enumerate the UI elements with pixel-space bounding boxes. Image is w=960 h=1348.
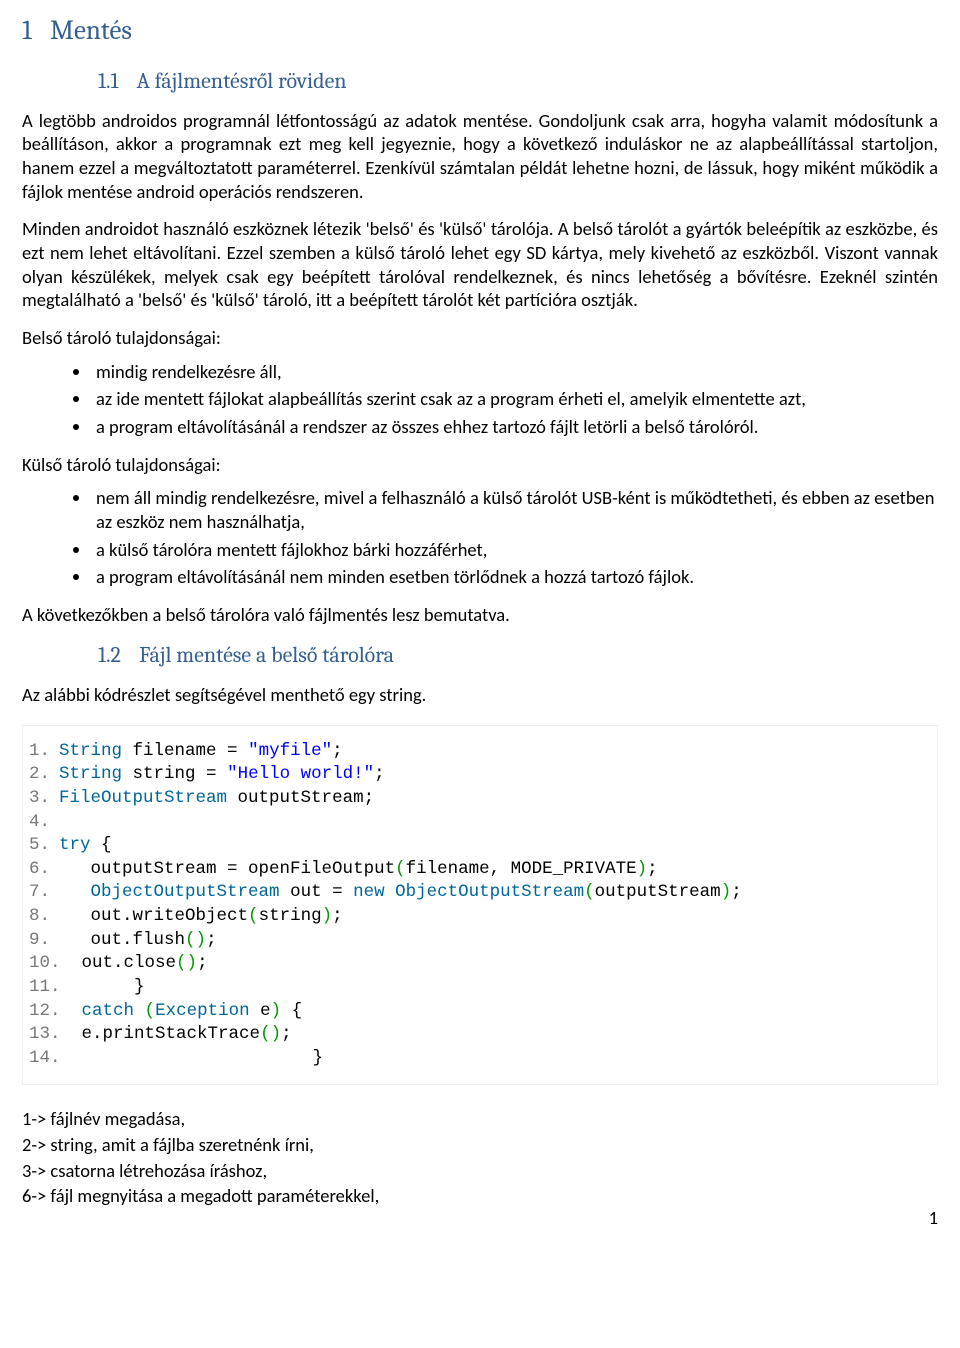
legend-item: 1-> fájlnév megadása, [22, 1107, 938, 1131]
bullet-list: nem áll mindig rendelkezésre, mivel a fe… [22, 486, 938, 589]
heading-1: 1 Mentés [22, 14, 938, 49]
code-line: 1.String filename = "myfile"; [29, 741, 343, 761]
list-item: nem áll mindig rendelkezésre, mivel a fe… [92, 486, 938, 533]
code-line: 10. out.close(); [29, 953, 208, 973]
page-number: 1 [929, 1206, 938, 1230]
code-line: 14. } [29, 1048, 323, 1068]
code-line: 11. } [29, 977, 145, 997]
code-line: 5.try { [29, 835, 112, 855]
document-page: 1 Mentés 1.1 A fájlmentésről röviden A l… [0, 0, 960, 1240]
code-line: 8. out.writeObject(string); [29, 906, 343, 926]
paragraph: Az alábbi kódrészlet segítségével menthe… [22, 683, 938, 707]
list-item: a külső tárolóra mentett fájlokhoz bárki… [92, 538, 938, 562]
heading-2: 1.2 Fájl mentése a belső tárolóra [98, 641, 938, 669]
paragraph: A következőkben a belső tárolóra való fá… [22, 603, 938, 627]
paragraph: Belső tároló tulajdonságai: [22, 326, 938, 350]
code-legend: 1-> fájlnév megadása, 2-> string, amit a… [22, 1107, 938, 1208]
legend-item: 2-> string, amit a fájlba szeretnénk írn… [22, 1133, 938, 1157]
heading-2-text: A fájlmentésről röviden [137, 67, 347, 95]
code-block: 1.String filename = "myfile"; 2.String s… [22, 725, 938, 1086]
legend-item: 6-> fájl megnyitása a megadott paraméter… [22, 1184, 938, 1208]
paragraph: A legtöbb androidos programnál létfontos… [22, 109, 938, 204]
code-line: 2.String string = "Hello world!"; [29, 764, 385, 784]
code-line: 13. e.printStackTrace(); [29, 1024, 292, 1044]
code-line: 7. ObjectOutputStream out = new ObjectOu… [29, 882, 742, 902]
code-line: 4. [29, 812, 50, 832]
list-item: a program eltávolításánál nem minden ese… [92, 565, 938, 589]
code-line: 3.FileOutputStream outputStream; [29, 788, 374, 808]
list-item: az ide mentett fájlokat alapbeállítás sz… [92, 387, 938, 411]
list-item: a program eltávolításánál a rendszer az … [92, 415, 938, 439]
paragraph: Külső tároló tulajdonságai: [22, 453, 938, 477]
code-line: 9. out.flush(); [29, 930, 217, 950]
heading-1-number: 1 [22, 14, 32, 49]
paragraph: Minden androidot használó eszköznek léte… [22, 217, 938, 312]
heading-2-number: 1.1 [98, 67, 118, 95]
legend-item: 3-> csatorna létrehozása íráshoz, [22, 1159, 938, 1183]
bullet-list: mindig rendelkezésre áll, az ide mentett… [22, 360, 938, 439]
code-line: 12. catch (Exception e) { [29, 1001, 302, 1021]
code-line: 6. outputStream = openFileOutput(filenam… [29, 859, 658, 879]
heading-2-number: 1.2 [98, 641, 121, 669]
heading-2-text: Fájl mentése a belső tárolóra [139, 641, 394, 669]
heading-2: 1.1 A fájlmentésről röviden [98, 67, 938, 95]
heading-1-text: Mentés [50, 14, 132, 49]
list-item: mindig rendelkezésre áll, [92, 360, 938, 384]
